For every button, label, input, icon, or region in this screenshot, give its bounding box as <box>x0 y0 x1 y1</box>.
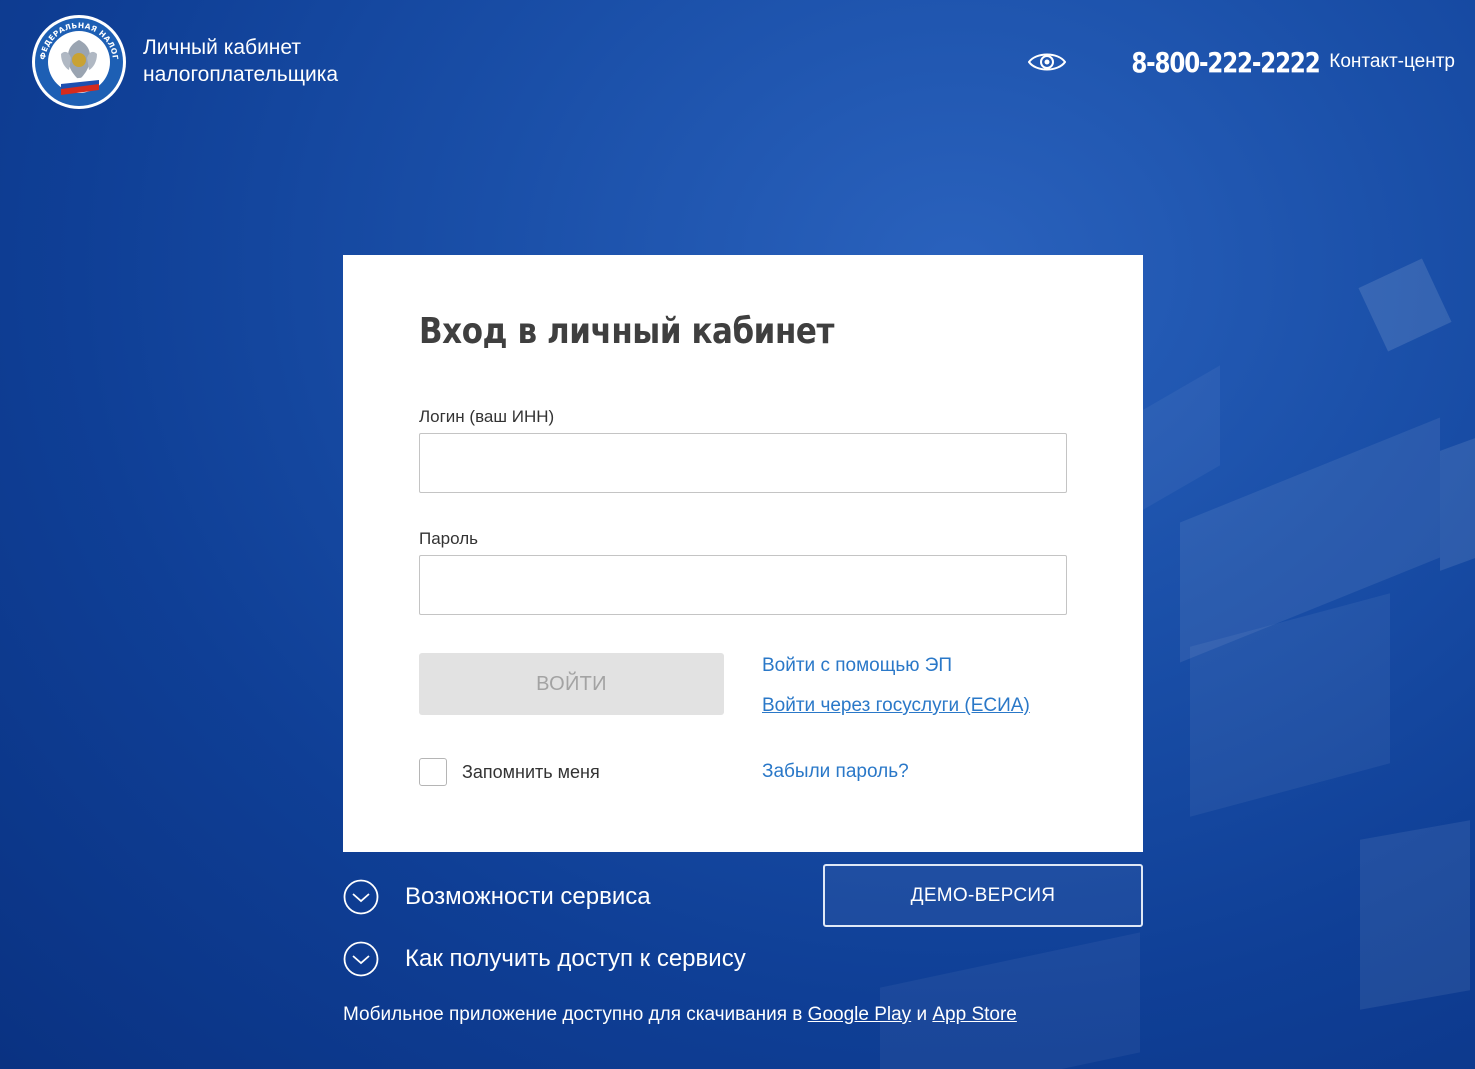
login-card: Вход в личный кабинет Логин (ваш ИНН) Па… <box>343 255 1143 852</box>
login-button[interactable]: ВОЙТИ <box>419 653 724 715</box>
access-label: Как получить доступ к сервису <box>405 945 746 972</box>
chevron-down-icon <box>343 941 379 977</box>
remember-me[interactable]: Запомнить меня <box>419 758 600 786</box>
features-expander[interactable]: Возможности сервиса <box>343 879 651 915</box>
contact-center-link[interactable]: Контакт-центр <box>1329 51 1455 73</box>
footer-and: и <box>916 1004 928 1025</box>
mobile-app-note: Мобильное приложение доступно для скачив… <box>343 1004 1017 1026</box>
password-label: Пароль <box>419 529 478 548</box>
remember-checkbox[interactable] <box>419 758 447 786</box>
features-label: Возможности сервиса <box>405 883 651 910</box>
fns-logo[interactable]: ФЕДЕРАЛЬНАЯ НАЛОГОВАЯ СЛУЖБА <box>31 14 127 110</box>
eye-icon[interactable] <box>1027 50 1066 74</box>
site-title[interactable]: Личный кабинет налогоплательщика <box>143 34 338 88</box>
login-input[interactable] <box>419 433 1067 493</box>
password-input[interactable] <box>419 555 1067 615</box>
chevron-down-icon <box>343 879 379 915</box>
phone-number[interactable]: 8-800-222-2222 <box>1131 46 1320 79</box>
google-play-link[interactable]: Google Play <box>808 1004 912 1025</box>
app-store-link[interactable]: App Store <box>932 1004 1017 1025</box>
site-title-line1: Личный кабинет <box>143 36 301 59</box>
login-label: Логин (ваш ИНН) <box>419 407 555 426</box>
header-right: 8-800-222-2222 Контакт-центр <box>1027 40 1455 84</box>
remember-label: Запомнить меня <box>462 761 600 782</box>
site-title-line2: налогоплательщика <box>143 63 339 86</box>
forgot-password-link[interactable]: Забыли пароль? <box>762 761 909 783</box>
mobile-app-text: Мобильное приложение доступно для скачив… <box>343 1004 803 1025</box>
login-ep-link[interactable]: Войти с помощью ЭП <box>762 655 952 677</box>
demo-button[interactable]: ДЕМО-ВЕРСИЯ <box>823 864 1143 927</box>
access-expander[interactable]: Как получить доступ к сервису <box>343 941 746 977</box>
login-title: Вход в личный кабинет <box>419 311 835 352</box>
login-esia-link[interactable]: Войти через госуслуги (ЕСИА) <box>762 695 1030 717</box>
